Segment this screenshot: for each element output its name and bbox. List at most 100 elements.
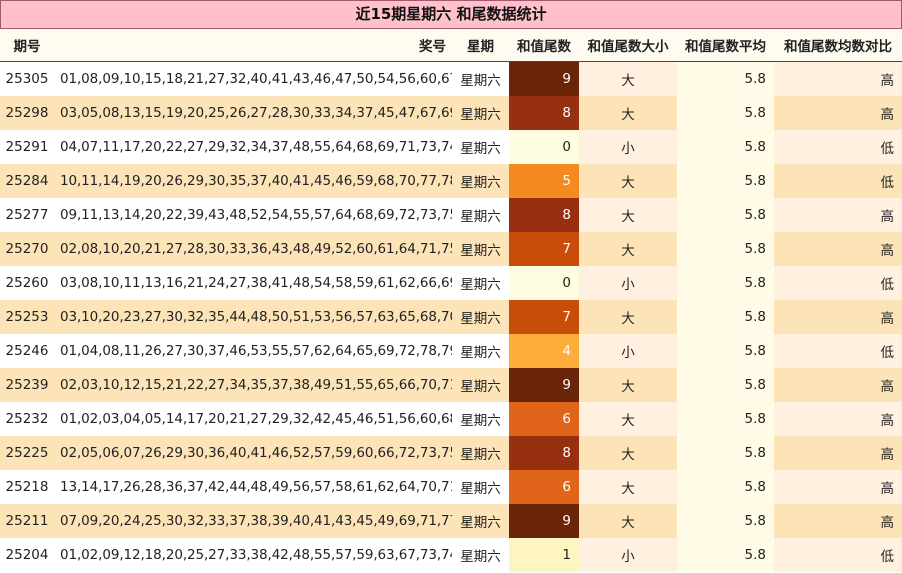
avg-cell: 5.8 xyxy=(677,334,774,368)
avg-cell: 5.8 xyxy=(677,130,774,164)
compare-cell: 高 xyxy=(774,232,902,266)
issue-cell: 25218 xyxy=(0,470,54,504)
table-row: 25277 09,11,13,14,20,22,39,43,48,52,54,55… xyxy=(0,198,902,232)
size-cell: 小 xyxy=(579,538,677,572)
size-cell: 大 xyxy=(579,96,677,130)
numbers-cell: 03,10,20,23,27,30,32,35,44,48,50,51,53,5… xyxy=(54,300,452,334)
table-row: 25232 01,02,03,04,05,14,17,20,21,27,29,32… xyxy=(0,402,902,436)
compare-cell: 高 xyxy=(774,198,902,232)
sum-tail-cell: 5 xyxy=(509,164,579,198)
numbers-cell: 09,11,13,14,20,22,39,43,48,52,54,55,57,6… xyxy=(54,198,452,232)
table-row: 25284 10,11,14,19,20,26,29,30,35,37,40,41… xyxy=(0,164,902,198)
numbers-cell: 01,04,08,11,26,27,30,37,46,53,55,57,62,6… xyxy=(54,334,452,368)
sum-tail-cell: 8 xyxy=(509,96,579,130)
weekday-cell: 星期六 xyxy=(452,130,509,164)
weekday-cell: 星期六 xyxy=(452,164,509,198)
sum-tail-cell: 8 xyxy=(509,198,579,232)
header-issue: 期号 xyxy=(0,29,54,62)
stats-table: 期号 奖号 星期 和值尾数 和值尾数大小 和值尾数平均 和值尾数均数对比 253… xyxy=(0,29,902,572)
numbers-cell: 02,05,06,07,26,29,30,36,40,41,46,52,57,5… xyxy=(54,436,452,470)
weekday-cell: 星期六 xyxy=(452,504,509,538)
numbers-cell: 04,07,11,17,20,22,27,29,32,34,37,48,55,6… xyxy=(54,130,452,164)
size-cell: 大 xyxy=(579,470,677,504)
table-row: 25260 03,08,10,11,13,16,21,24,27,38,41,48… xyxy=(0,266,902,300)
size-cell: 大 xyxy=(579,368,677,402)
issue-cell: 25277 xyxy=(0,198,54,232)
numbers-cell: 03,08,10,11,13,16,21,24,27,38,41,48,54,5… xyxy=(54,266,452,300)
issue-cell: 25291 xyxy=(0,130,54,164)
sum-tail-cell: 7 xyxy=(509,232,579,266)
avg-cell: 5.8 xyxy=(677,402,774,436)
issue-cell: 25298 xyxy=(0,96,54,130)
issue-cell: 25246 xyxy=(0,334,54,368)
table-row: 25305 01,08,09,10,15,18,21,27,32,40,41,43… xyxy=(0,61,902,96)
avg-cell: 5.8 xyxy=(677,164,774,198)
sum-tail-cell: 6 xyxy=(509,470,579,504)
issue-cell: 25225 xyxy=(0,436,54,470)
header-compare: 和值尾数均数对比 xyxy=(774,29,902,62)
issue-cell: 25232 xyxy=(0,402,54,436)
table-row: 25218 13,14,17,26,28,36,37,42,44,48,49,56… xyxy=(0,470,902,504)
sum-tail-cell: 4 xyxy=(509,334,579,368)
sum-tail-cell: 1 xyxy=(509,538,579,572)
compare-cell: 低 xyxy=(774,334,902,368)
compare-cell: 高 xyxy=(774,436,902,470)
avg-cell: 5.8 xyxy=(677,266,774,300)
sum-tail-cell: 0 xyxy=(509,130,579,164)
table-row: 25204 01,02,09,12,18,20,25,27,33,38,42,48… xyxy=(0,538,902,572)
sum-tail-cell: 9 xyxy=(509,61,579,96)
weekday-cell: 星期六 xyxy=(452,96,509,130)
size-cell: 大 xyxy=(579,436,677,470)
compare-cell: 低 xyxy=(774,538,902,572)
size-cell: 小 xyxy=(579,266,677,300)
compare-cell: 高 xyxy=(774,96,902,130)
numbers-cell: 02,03,10,12,15,21,22,27,34,35,37,38,49,5… xyxy=(54,368,452,402)
weekday-cell: 星期六 xyxy=(452,436,509,470)
issue-cell: 25239 xyxy=(0,368,54,402)
avg-cell: 5.8 xyxy=(677,538,774,572)
numbers-cell: 13,14,17,26,28,36,37,42,44,48,49,56,57,5… xyxy=(54,470,452,504)
sum-tail-cell: 0 xyxy=(509,266,579,300)
avg-cell: 5.8 xyxy=(677,470,774,504)
avg-cell: 5.8 xyxy=(677,436,774,470)
weekday-cell: 星期六 xyxy=(452,266,509,300)
compare-cell: 低 xyxy=(774,130,902,164)
numbers-cell: 03,05,08,13,15,19,20,25,26,27,28,30,33,3… xyxy=(54,96,452,130)
size-cell: 大 xyxy=(579,164,677,198)
sum-tail-cell: 9 xyxy=(509,504,579,538)
size-cell: 大 xyxy=(579,504,677,538)
avg-cell: 5.8 xyxy=(677,368,774,402)
header-numbers: 奖号 xyxy=(54,29,452,62)
avg-cell: 5.8 xyxy=(677,504,774,538)
weekday-cell: 星期六 xyxy=(452,368,509,402)
numbers-cell: 01,02,03,04,05,14,17,20,21,27,29,32,42,4… xyxy=(54,402,452,436)
size-cell: 小 xyxy=(579,130,677,164)
table-row: 25270 02,08,10,20,21,27,28,30,33,36,43,48… xyxy=(0,232,902,266)
weekday-cell: 星期六 xyxy=(452,300,509,334)
size-cell: 大 xyxy=(579,61,677,96)
compare-cell: 低 xyxy=(774,266,902,300)
issue-cell: 25204 xyxy=(0,538,54,572)
numbers-cell: 01,08,09,10,15,18,21,27,32,40,41,43,46,4… xyxy=(54,61,452,96)
weekday-cell: 星期六 xyxy=(452,334,509,368)
issue-cell: 25284 xyxy=(0,164,54,198)
size-cell: 大 xyxy=(579,402,677,436)
numbers-cell: 01,02,09,12,18,20,25,27,33,38,42,48,55,5… xyxy=(54,538,452,572)
size-cell: 大 xyxy=(579,300,677,334)
compare-cell: 高 xyxy=(774,504,902,538)
sum-tail-cell: 9 xyxy=(509,368,579,402)
table-header: 期号 奖号 星期 和值尾数 和值尾数大小 和值尾数平均 和值尾数均数对比 xyxy=(0,29,902,62)
issue-cell: 25260 xyxy=(0,266,54,300)
header-row: 期号 奖号 星期 和值尾数 和值尾数大小 和值尾数平均 和值尾数均数对比 xyxy=(0,29,902,62)
numbers-cell: 07,09,20,24,25,30,32,33,37,38,39,40,41,4… xyxy=(54,504,452,538)
table-row: 25239 02,03,10,12,15,21,22,27,34,35,37,38… xyxy=(0,368,902,402)
table-row: 25246 01,04,08,11,26,27,30,37,46,53,55,57… xyxy=(0,334,902,368)
avg-cell: 5.8 xyxy=(677,198,774,232)
header-weekday: 星期 xyxy=(452,29,509,62)
size-cell: 大 xyxy=(579,232,677,266)
table-row: 25253 03,10,20,23,27,30,32,35,44,48,50,51… xyxy=(0,300,902,334)
table-row: 25298 03,05,08,13,15,19,20,25,26,27,28,30… xyxy=(0,96,902,130)
sum-tail-cell: 7 xyxy=(509,300,579,334)
header-avg: 和值尾数平均 xyxy=(677,29,774,62)
issue-cell: 25270 xyxy=(0,232,54,266)
